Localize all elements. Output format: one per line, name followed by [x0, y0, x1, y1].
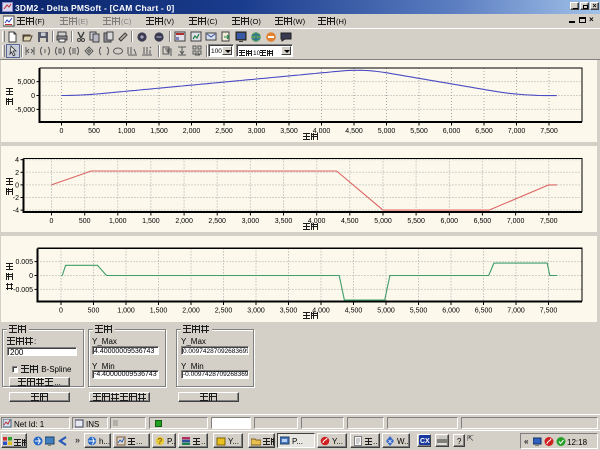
svg-text:0: 0 — [15, 182, 19, 189]
svg-text:0: 0 — [50, 218, 54, 225]
svg-text:7,000: 7,000 — [508, 128, 526, 135]
svg-text:3,000: 3,000 — [242, 218, 260, 225]
svg-text:0: 0 — [31, 93, 35, 100]
svg-text:500: 500 — [79, 218, 91, 225]
svg-text:6,000: 6,000 — [443, 128, 461, 135]
svg-text:?: ? — [158, 437, 163, 446]
svg-text:5,000: 5,000 — [374, 218, 392, 225]
svg-text:0: 0 — [59, 308, 63, 315]
svg-text:2,000: 2,000 — [175, 218, 193, 225]
svg-text:1,500: 1,500 — [142, 218, 160, 225]
svg-text:5,500: 5,500 — [407, 218, 425, 225]
svg-text:2,500: 2,500 — [208, 218, 226, 225]
svg-text:4,500: 4,500 — [341, 218, 359, 225]
svg-text:7,500: 7,500 — [540, 308, 558, 315]
svg-text:4: 4 — [15, 157, 19, 164]
svg-text:7,500: 7,500 — [540, 218, 558, 225]
svg-text:1,500: 1,500 — [150, 308, 168, 315]
svg-text:6,000: 6,000 — [441, 218, 459, 225]
svg-text:5,000: 5,000 — [378, 128, 396, 135]
svg-text:3,000: 3,000 — [248, 128, 266, 135]
svg-text:4,500: 4,500 — [345, 308, 363, 315]
svg-text:CX: CX — [420, 438, 430, 445]
svg-text:6,500: 6,500 — [475, 308, 493, 315]
svg-text:7,500: 7,500 — [540, 128, 558, 135]
svg-text:-5,000: -5,000 — [15, 107, 35, 114]
svg-text:3,000: 3,000 — [247, 308, 265, 315]
svg-text:-4: -4 — [13, 208, 19, 215]
svg-text:2,000: 2,000 — [182, 308, 200, 315]
svg-text:1,000: 1,000 — [109, 218, 127, 225]
svg-text:0: 0 — [60, 128, 64, 135]
svg-text:2,500: 2,500 — [215, 308, 233, 315]
svg-text:-0.005: -0.005 — [13, 287, 33, 294]
svg-text:5,500: 5,500 — [410, 308, 428, 315]
svg-text:3,500: 3,500 — [275, 218, 293, 225]
svg-text:500: 500 — [88, 128, 100, 135]
svg-text:5,000: 5,000 — [377, 308, 395, 315]
svg-text:1,000: 1,000 — [117, 308, 135, 315]
svg-text:1,500: 1,500 — [150, 128, 168, 135]
svg-text:6,500: 6,500 — [474, 218, 492, 225]
svg-text:6,500: 6,500 — [475, 128, 493, 135]
svg-text:5,500: 5,500 — [410, 128, 428, 135]
svg-text:2,500: 2,500 — [215, 128, 233, 135]
svg-text:1,000: 1,000 — [118, 128, 136, 135]
svg-text:7,000: 7,000 — [507, 218, 525, 225]
svg-text:3,500: 3,500 — [280, 128, 298, 135]
svg-text:500: 500 — [88, 308, 100, 315]
svg-text:2: 2 — [15, 170, 19, 177]
svg-text:0: 0 — [29, 273, 33, 280]
svg-text:4,500: 4,500 — [345, 128, 363, 135]
svg-text:-2: -2 — [13, 195, 19, 202]
svg-text:2,000: 2,000 — [183, 128, 201, 135]
svg-text:3,500: 3,500 — [280, 308, 298, 315]
svg-text:7,000: 7,000 — [507, 308, 525, 315]
svg-text:0.005: 0.005 — [15, 259, 33, 266]
svg-text:6,000: 6,000 — [442, 308, 460, 315]
svg-text:5,000: 5,000 — [17, 79, 35, 86]
